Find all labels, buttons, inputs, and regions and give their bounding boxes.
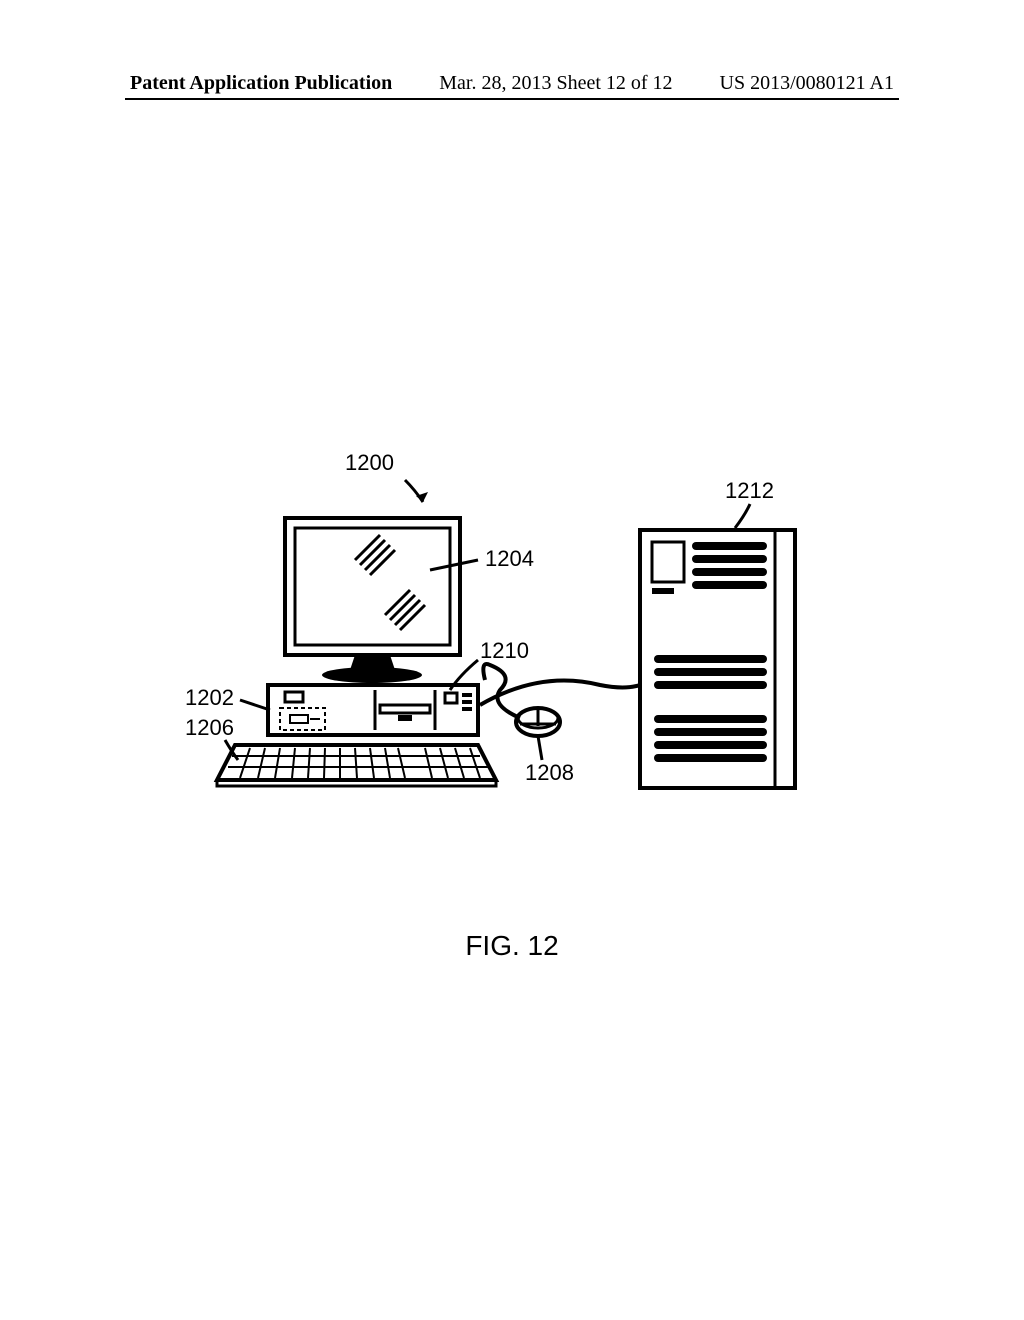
- reference-label-1212: 1212: [725, 478, 774, 504]
- header-date-sheet: Mar. 28, 2013 Sheet 12 of 12: [439, 72, 672, 95]
- reference-label-1206: 1206: [185, 715, 234, 741]
- computer-system-diagram: [180, 460, 840, 880]
- server-tower-icon: [640, 530, 795, 788]
- figure-caption: FIG. 12: [0, 930, 1024, 962]
- keyboard-icon: [217, 745, 496, 786]
- header-publication-number: US 2013/0080121 A1: [720, 72, 894, 95]
- desktop-box-icon: [268, 685, 478, 735]
- mouse-icon: [483, 664, 560, 736]
- monitor-icon: [285, 518, 460, 683]
- reference-label-1210: 1210: [480, 638, 529, 664]
- reference-label-1208: 1208: [525, 760, 574, 786]
- figure-diagram: 1200 1212 1204 1210 1202 1206 1208: [180, 460, 840, 880]
- header-divider: [125, 98, 899, 100]
- header-publication-type: Patent Application Publication: [130, 72, 392, 95]
- reference-label-1200: 1200: [345, 450, 394, 476]
- page-header: Patent Application Publication Mar. 28, …: [0, 72, 1024, 95]
- reference-label-1204: 1204: [485, 546, 534, 572]
- reference-label-1202: 1202: [185, 685, 234, 711]
